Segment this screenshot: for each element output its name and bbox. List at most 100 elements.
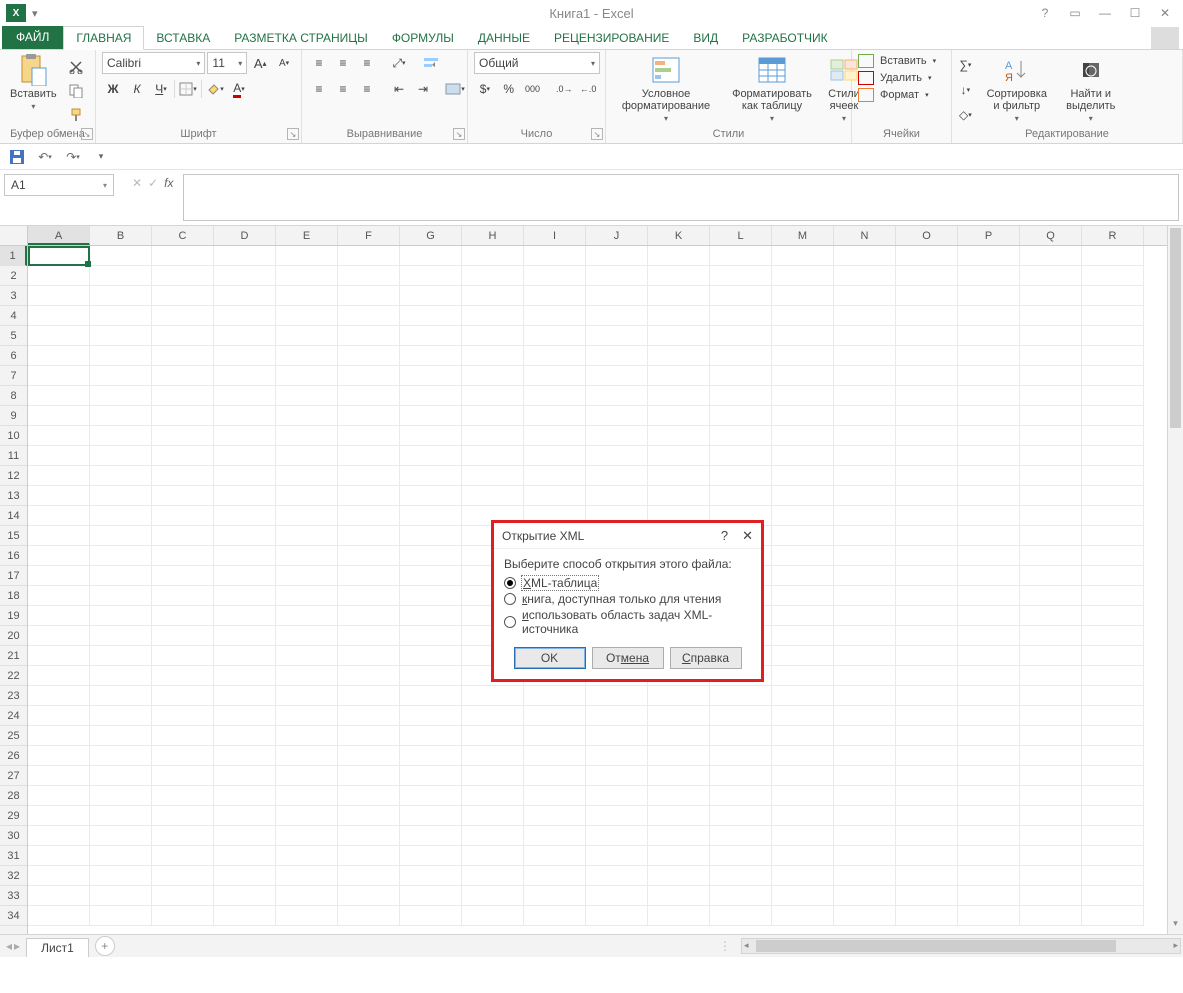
accounting-button[interactable]: $▾ [474, 78, 496, 100]
minimize-icon[interactable]: — [1091, 3, 1119, 23]
decrease-indent-button[interactable]: ⇤ [388, 78, 410, 100]
align-center-button[interactable]: ≡ [332, 78, 354, 100]
format-cells-button[interactable]: Формат ▾ [858, 88, 936, 102]
delete-cells-button[interactable]: Удалить ▾ [858, 71, 936, 85]
italic-button[interactable]: К [126, 78, 148, 100]
col-header-P[interactable]: P [958, 226, 1020, 245]
conditional-formatting-button[interactable]: Условное форматирование▾ [612, 52, 720, 125]
row-header-5[interactable]: 5 [0, 326, 27, 346]
tab-view[interactable]: ВИД [681, 27, 730, 49]
align-left-button[interactable]: ≡ [308, 78, 330, 100]
qat-dropdown-icon[interactable]: ▾ [32, 7, 38, 20]
col-header-K[interactable]: K [648, 226, 710, 245]
sheet-nav-prev[interactable]: ◂ [6, 939, 12, 953]
row-header-30[interactable]: 30 [0, 826, 27, 846]
clipboard-launcher[interactable]: ↘ [81, 128, 93, 140]
row-header-9[interactable]: 9 [0, 406, 27, 426]
col-header-E[interactable]: E [276, 226, 338, 245]
col-header-G[interactable]: G [400, 226, 462, 245]
find-select-button[interactable]: Найти и выделить▾ [1057, 52, 1125, 125]
help-button[interactable]: Справка [670, 647, 742, 669]
row-header-13[interactable]: 13 [0, 486, 27, 506]
tab-page-layout[interactable]: РАЗМЕТКА СТРАНИЦЫ [222, 27, 380, 49]
row-header-14[interactable]: 14 [0, 506, 27, 526]
row-header-32[interactable]: 32 [0, 866, 27, 886]
radio-readonly-book[interactable]: книга, доступная только для чтения [504, 591, 751, 607]
align-bottom-button[interactable]: ≡ [356, 52, 378, 74]
col-header-M[interactable]: M [772, 226, 834, 245]
enter-formula-icon[interactable]: ✓ [148, 176, 158, 190]
select-all-corner[interactable] [0, 226, 28, 246]
row-header-7[interactable]: 7 [0, 366, 27, 386]
tab-insert[interactable]: ВСТАВКА [144, 27, 222, 49]
col-header-B[interactable]: B [90, 226, 152, 245]
decrease-decimal-button[interactable]: ←.0 [577, 78, 599, 100]
tab-review[interactable]: РЕЦЕНЗИРОВАНИЕ [542, 27, 681, 49]
sort-filter-button[interactable]: AЯ Сортировка и фильтр▾ [981, 52, 1053, 125]
tab-formulas[interactable]: ФОРМУЛЫ [380, 27, 466, 49]
row-header-3[interactable]: 3 [0, 286, 27, 306]
help-icon[interactable]: ? [1031, 3, 1059, 23]
clear-button[interactable]: ◇ ▾ [958, 104, 973, 126]
col-header-J[interactable]: J [586, 226, 648, 245]
col-header-C[interactable]: C [152, 226, 214, 245]
row-header-11[interactable]: 11 [0, 446, 27, 466]
shrink-font-button[interactable]: A▾ [273, 52, 295, 74]
row-header-16[interactable]: 16 [0, 546, 27, 566]
row-header-29[interactable]: 29 [0, 806, 27, 826]
qat-customize-button[interactable]: ▾ [90, 146, 112, 168]
tab-developer[interactable]: РАЗРАБОТЧИК [730, 27, 840, 49]
maximize-icon[interactable]: ☐ [1121, 3, 1149, 23]
font-color-button[interactable]: A▾ [228, 78, 250, 100]
row-header-4[interactable]: 4 [0, 306, 27, 326]
grow-font-button[interactable]: A▴ [249, 52, 271, 74]
row-header-17[interactable]: 17 [0, 566, 27, 586]
insert-cells-button[interactable]: Вставить ▾ [858, 54, 936, 68]
font-launcher[interactable]: ↘ [287, 128, 299, 140]
hscroll-thumb[interactable] [756, 940, 1116, 952]
vscroll-thumb[interactable] [1170, 228, 1181, 428]
merge-button[interactable]: ▾ [444, 78, 466, 100]
autosum-button[interactable]: ∑ ▾ [958, 54, 973, 76]
scroll-down-icon[interactable]: ▾ [1168, 918, 1183, 934]
dialog-titlebar[interactable]: Открытие XML ? ✕ [494, 523, 761, 549]
col-header-R[interactable]: R [1082, 226, 1144, 245]
tab-home[interactable]: ГЛАВНАЯ [63, 26, 144, 50]
bold-button[interactable]: Ж [102, 78, 124, 100]
paste-button[interactable]: Вставить ▾ [6, 52, 61, 113]
col-header-Q[interactable]: Q [1020, 226, 1082, 245]
row-header-21[interactable]: 21 [0, 646, 27, 666]
row-header-15[interactable]: 15 [0, 526, 27, 546]
fx-icon[interactable]: fx [164, 176, 173, 190]
font-size-combo[interactable]: 11▾ [207, 52, 247, 74]
row-header-25[interactable]: 25 [0, 726, 27, 746]
sheet-tab[interactable]: Лист1 [26, 938, 89, 957]
number-format-combo[interactable]: Общий▾ [474, 52, 600, 74]
copy-button[interactable] [65, 80, 87, 102]
underline-button[interactable]: Ч ▾ [150, 78, 172, 100]
row-header-19[interactable]: 19 [0, 606, 27, 626]
align-middle-button[interactable]: ≡ [332, 52, 354, 74]
col-header-I[interactable]: I [524, 226, 586, 245]
borders-button[interactable]: ▾ [177, 78, 199, 100]
increase-decimal-button[interactable]: .0→ [553, 78, 575, 100]
align-right-button[interactable]: ≡ [356, 78, 378, 100]
undo-button[interactable]: ↶ ▾ [34, 146, 56, 168]
ribbon-options-icon[interactable]: ▭ [1061, 3, 1089, 23]
radio-xml-source-pane[interactable]: использовать область задач XML-источника [504, 607, 751, 637]
user-avatar[interactable] [1151, 27, 1179, 49]
vertical-scrollbar[interactable]: ▴ ▾ [1167, 226, 1183, 934]
format-as-table-button[interactable]: Форматировать как таблицу▾ [724, 52, 820, 125]
save-button[interactable] [6, 146, 28, 168]
sheet-nav-next[interactable]: ▸ [14, 939, 20, 953]
row-header-23[interactable]: 23 [0, 686, 27, 706]
cancel-button[interactable]: Отмена [592, 647, 664, 669]
row-header-1[interactable]: 1 [0, 246, 27, 266]
row-header-18[interactable]: 18 [0, 586, 27, 606]
row-header-6[interactable]: 6 [0, 346, 27, 366]
col-header-H[interactable]: H [462, 226, 524, 245]
row-header-2[interactable]: 2 [0, 266, 27, 286]
name-box[interactable]: A1▾ [4, 174, 114, 196]
column-headers[interactable]: ABCDEFGHIJKLMNOPQR [28, 226, 1167, 246]
row-header-20[interactable]: 20 [0, 626, 27, 646]
